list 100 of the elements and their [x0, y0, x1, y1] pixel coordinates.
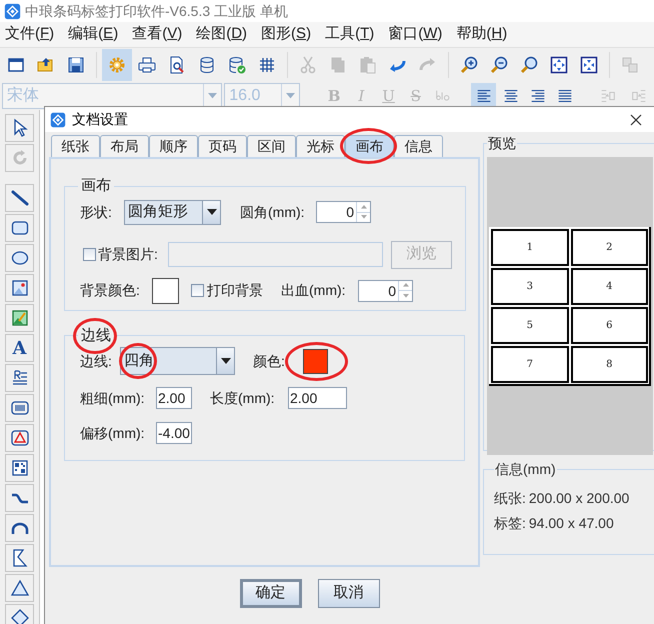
tool-button[interactable] — [5, 544, 34, 572]
tool-button[interactable]: A — [5, 334, 34, 362]
up-arrow-icon — [360, 204, 366, 209]
tool-button[interactable] — [5, 214, 34, 242]
dropdown-arrow-icon — [286, 93, 296, 99]
field-label: 圆角(mm): — [240, 202, 306, 222]
input-field[interactable]: 2.00 — [156, 387, 192, 409]
dialog-button[interactable]: 确定 — [240, 579, 302, 608]
up-arrow-icon — [402, 283, 408, 288]
app-logo-icon — [4, 2, 21, 20]
field-label: 颜色: — [253, 352, 286, 370]
field-label: 偏移(mm): — [80, 424, 146, 443]
dropdown-arrow-icon — [206, 209, 216, 215]
gear-icon — [107, 54, 127, 74]
menu-item[interactable]: 帮助(H) — [456, 23, 508, 46]
justify-icon — [556, 87, 574, 105]
clipboard-icon — [358, 54, 378, 74]
color-swatch[interactable] — [152, 278, 179, 304]
dropdown-arrow-icon — [360, 215, 366, 220]
group-title: 边线 — [78, 324, 114, 347]
align-left-icon — [474, 87, 493, 105]
tab[interactable]: 顺序 — [149, 135, 198, 157]
fit-icon — [549, 54, 569, 74]
spinner-field[interactable]: 0 — [316, 201, 371, 223]
field-label: 背景图片: — [98, 245, 159, 264]
dropdown-arrow-icon — [402, 294, 408, 298]
spinner-field[interactable]: 0 — [358, 280, 413, 302]
menu-item[interactable]: 绘图(D) — [196, 23, 248, 46]
scissors-icon — [298, 54, 318, 74]
checkbox[interactable] — [83, 248, 96, 261]
dropdown-arrow-icon — [208, 93, 218, 99]
checkbox[interactable] — [191, 284, 204, 297]
input-field[interactable] — [168, 242, 383, 267]
indent-icon — [599, 87, 618, 105]
tool-button[interactable] — [5, 574, 34, 602]
menu-item[interactable]: 窗口(W) — [388, 23, 442, 46]
tool-button[interactable] — [5, 184, 34, 212]
tool-button[interactable] — [5, 304, 34, 332]
fit-icon — [579, 54, 599, 74]
label-cell: 4 — [570, 268, 648, 304]
tool-button[interactable] — [5, 484, 34, 512]
tool-button[interactable] — [5, 114, 34, 142]
tool-button[interactable] — [5, 244, 34, 272]
menu-item[interactable]: 图形(S) — [261, 23, 312, 46]
input-field[interactable]: -4.00 — [156, 422, 192, 444]
info-value: 94.00 x 47.00 — [528, 514, 614, 533]
outdent-icon — [630, 87, 648, 105]
tab[interactable]: 信息 — [394, 135, 443, 157]
label-cell: 1 — [491, 228, 568, 266]
label-cell: 6 — [570, 306, 648, 344]
tab[interactable]: 页码 — [198, 135, 247, 157]
database-check-icon — [227, 54, 247, 74]
zoom-in-icon — [459, 54, 479, 74]
input-field[interactable]: 2.00 — [288, 387, 347, 409]
tool-button[interactable] — [5, 424, 34, 452]
qr-code-icon — [10, 458, 30, 478]
dialog-title: 文档设置 — [72, 110, 128, 129]
tool-button[interactable] — [5, 604, 34, 624]
label-cell: 8 — [570, 346, 648, 382]
close-icon[interactable] — [630, 114, 642, 126]
tool-button[interactable] — [5, 394, 34, 422]
menu-item[interactable]: 查看(V) — [132, 23, 182, 46]
tool-button[interactable] — [5, 514, 34, 542]
color-swatch[interactable] — [303, 348, 328, 374]
tool-button[interactable] — [5, 364, 34, 392]
dropdown[interactable]: 圆角矩形 — [124, 200, 221, 224]
label-cell: 2 — [570, 228, 648, 266]
tab[interactable]: 区间 — [247, 135, 296, 157]
menu-item[interactable]: 编辑(E) — [68, 23, 118, 46]
label-cell: 3 — [491, 268, 568, 304]
group-title: 预览 — [487, 134, 517, 153]
field-label: 打印背景 — [207, 281, 264, 300]
tab[interactable]: 纸张 — [51, 135, 100, 157]
dropdown-arrow-icon — [220, 358, 230, 364]
tool-button[interactable] — [5, 454, 34, 482]
dialog-button[interactable]: 取消 — [318, 579, 380, 608]
tool-button[interactable] — [5, 274, 34, 302]
layers-icon — [620, 54, 640, 74]
align-center-icon — [502, 87, 520, 105]
field-label: 出血(mm): — [281, 281, 347, 300]
field-label: 长度(mm): — [210, 388, 276, 408]
floppy-icon — [66, 54, 86, 74]
tab[interactable]: 画布 — [345, 135, 394, 157]
field-label: 纸张: — [494, 489, 526, 508]
menu-item[interactable]: 文件(F) — [5, 23, 54, 46]
picture-icon — [10, 278, 30, 298]
tab[interactable]: 布局 — [100, 135, 149, 157]
info-value: 200.00 x 200.00 — [528, 489, 630, 508]
diamond-icon — [10, 608, 30, 624]
group-title: 信息(mm) — [494, 460, 557, 479]
tab[interactable]: 光标 — [296, 135, 345, 157]
field-label: 形状: — [80, 202, 113, 222]
menu-item[interactable]: 工具(T) — [325, 23, 374, 46]
triangle-icon — [10, 578, 30, 598]
field-label: 标签: — [494, 514, 526, 533]
field-label: 边线: — [80, 352, 113, 370]
label-cell: 7 — [491, 346, 568, 382]
field-label: 粗细(mm): — [80, 388, 146, 408]
label-cell: 5 — [491, 306, 568, 344]
window-title: 中琅条码标签打印软件-V6.5.3 工业版 单机 — [25, 2, 288, 20]
